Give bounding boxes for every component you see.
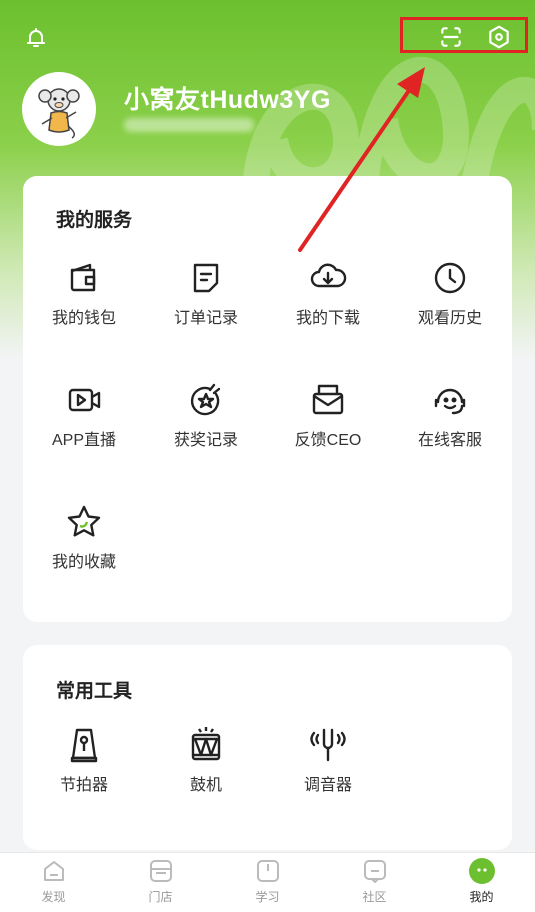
service-label: 获奖记录 (173, 432, 238, 449)
monkey-avatar-icon (38, 88, 80, 139)
tuning-fork-icon (310, 728, 346, 762)
cloud-download-icon (310, 263, 347, 288)
avatar[interactable] (22, 72, 96, 146)
community-icon (363, 860, 386, 883)
book-icon (256, 860, 279, 882)
service-label: 我的下载 (295, 310, 360, 327)
tools-card: 常用工具 节拍器 鼓机 调音器 (23, 645, 512, 850)
tool-label: 鼓机 (189, 777, 222, 794)
service-item-history[interactable]: 观看历史 (389, 258, 511, 328)
service-label: 观看历史 (417, 310, 482, 327)
tools-title: 常用工具 (56, 681, 133, 702)
tab-label: 学习 (255, 890, 280, 904)
star-icon (67, 505, 101, 537)
tab-store[interactable]: 门店 (107, 853, 214, 912)
tab-learn[interactable]: 学习 (214, 853, 321, 912)
service-label: 订单记录 (173, 310, 238, 327)
tool-item-drum[interactable]: 鼓机 (145, 725, 267, 795)
tab-label: 门店 (148, 890, 173, 904)
service-item-favorites[interactable]: 我的收藏 (23, 502, 145, 572)
tab-discover[interactable]: 发现 (0, 853, 107, 912)
blurred-subtitle (124, 118, 254, 132)
profile-icon (468, 858, 495, 884)
clock-icon (434, 262, 466, 294)
tab-label: 发现 (41, 890, 66, 904)
video-icon (68, 388, 101, 412)
award-icon (190, 383, 221, 416)
tool-item-metronome[interactable]: 节拍器 (23, 725, 145, 795)
bottom-tab-bar: 发现 门店 学习 社区 我的 (0, 852, 535, 912)
tab-community[interactable]: 社区 (321, 853, 428, 912)
service-label: APP直播 (51, 432, 117, 449)
discover-icon (43, 861, 64, 881)
service-item-awards[interactable]: 获奖记录 (145, 380, 267, 450)
store-icon (149, 860, 172, 882)
order-icon (193, 263, 219, 293)
tool-label: 节拍器 (59, 777, 108, 794)
service-item-wallet[interactable]: 我的钱包 (23, 258, 145, 328)
service-item-downloads[interactable]: 我的下载 (267, 258, 389, 328)
tab-profile[interactable]: 我的 (428, 853, 535, 912)
service-item-orders[interactable]: 订单记录 (145, 258, 267, 328)
wallet-icon (70, 263, 96, 292)
tool-item-tuner[interactable]: 调音器 (267, 725, 389, 795)
bell-icon[interactable] (22, 24, 50, 52)
metronome-icon (70, 728, 98, 763)
service-label: 我的钱包 (51, 310, 116, 327)
username: 小窝友tHudw3YG (124, 86, 331, 114)
service-item-feedback[interactable]: 反馈CEO (267, 380, 389, 450)
mail-icon (312, 384, 344, 415)
service-item-live[interactable]: APP直播 (23, 380, 145, 450)
tab-label: 我的 (469, 890, 494, 904)
service-label: 在线客服 (417, 432, 482, 449)
drum-icon (191, 727, 221, 761)
service-item-support[interactable]: 在线客服 (389, 380, 511, 450)
headset-icon (434, 388, 466, 415)
annotation-highlight-box (400, 17, 528, 53)
tab-label: 社区 (362, 890, 387, 904)
services-card: 我的服务 我的钱包 订单记录 我的下载 观看历史 APP直播 获奖记录 反馈CE… (23, 176, 512, 622)
service-label: 我的收藏 (51, 554, 116, 571)
tool-label: 调音器 (303, 777, 352, 794)
services-title: 我的服务 (56, 210, 133, 231)
service-label: 反馈CEO (294, 432, 362, 449)
